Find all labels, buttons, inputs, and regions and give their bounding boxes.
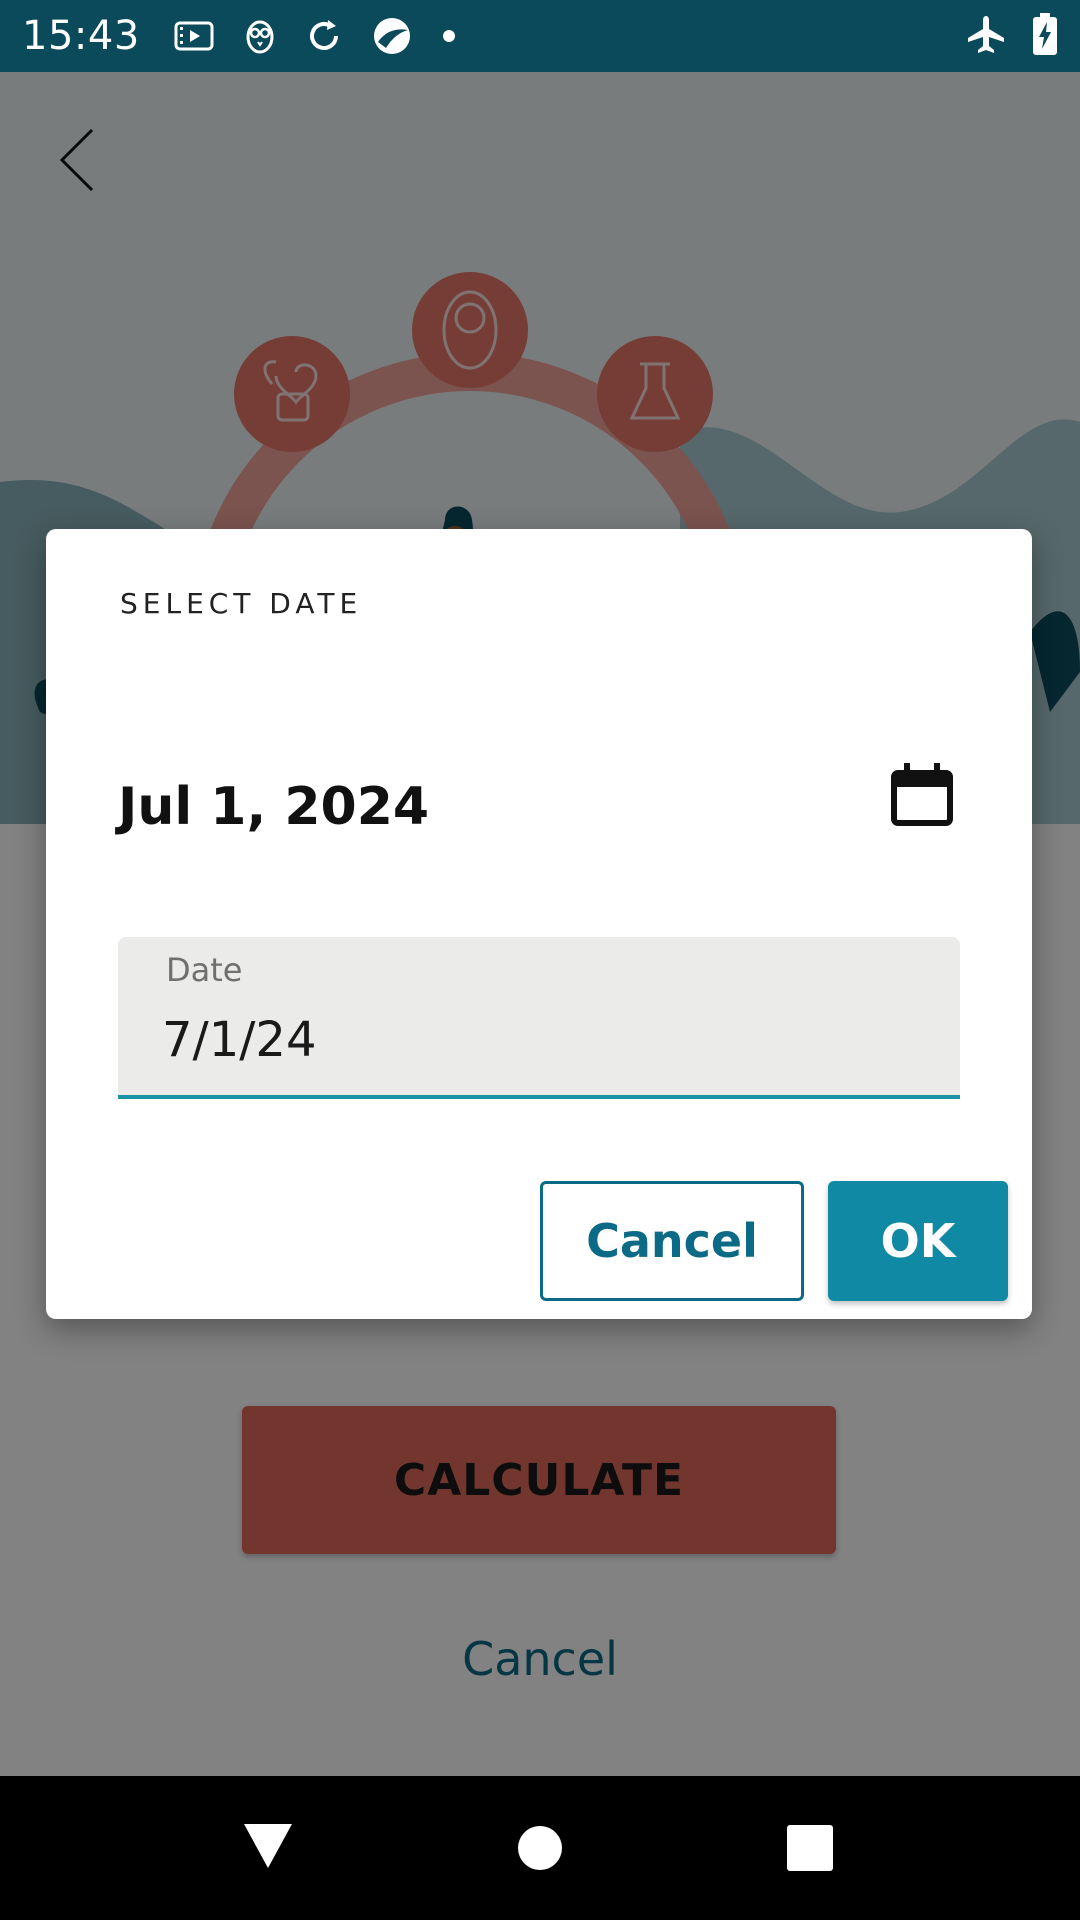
date-text-field[interactable]: Date (118, 937, 960, 1099)
ok-button[interactable]: OK (828, 1181, 1008, 1301)
recents-square-icon (787, 1825, 833, 1871)
navigation-bar (0, 1776, 1080, 1920)
nav-home-button[interactable] (504, 1812, 576, 1884)
back-triangle-icon (244, 1824, 292, 1868)
date-picker-dialog: SELECT DATE Jul 1, 2024 Date Cancel OK (46, 529, 1032, 1319)
status-time: 15:43 (22, 13, 140, 59)
status-notification-icons (174, 16, 456, 56)
owl-icon (244, 16, 276, 56)
selected-date-heading: Jul 1, 2024 (118, 777, 430, 837)
status-bar: 15:43 (0, 0, 1080, 72)
nav-back-button[interactable] (232, 1812, 304, 1884)
media-icon (174, 21, 214, 51)
app-icon (372, 16, 412, 56)
battery-charging-icon (1032, 12, 1058, 60)
calendar-icon (891, 763, 953, 826)
dialog-title: SELECT DATE (120, 587, 363, 620)
cancel-button[interactable]: Cancel (540, 1181, 804, 1301)
home-circle-icon (518, 1826, 562, 1870)
airplane-icon (966, 14, 1006, 59)
sync-icon (306, 18, 342, 54)
status-system-icons (966, 12, 1058, 60)
nav-recents-button[interactable] (774, 1812, 846, 1884)
dot-icon (442, 29, 456, 43)
calendar-toggle-button[interactable] (886, 759, 958, 831)
date-field-label: Date (166, 951, 243, 989)
date-input[interactable] (162, 1007, 922, 1073)
